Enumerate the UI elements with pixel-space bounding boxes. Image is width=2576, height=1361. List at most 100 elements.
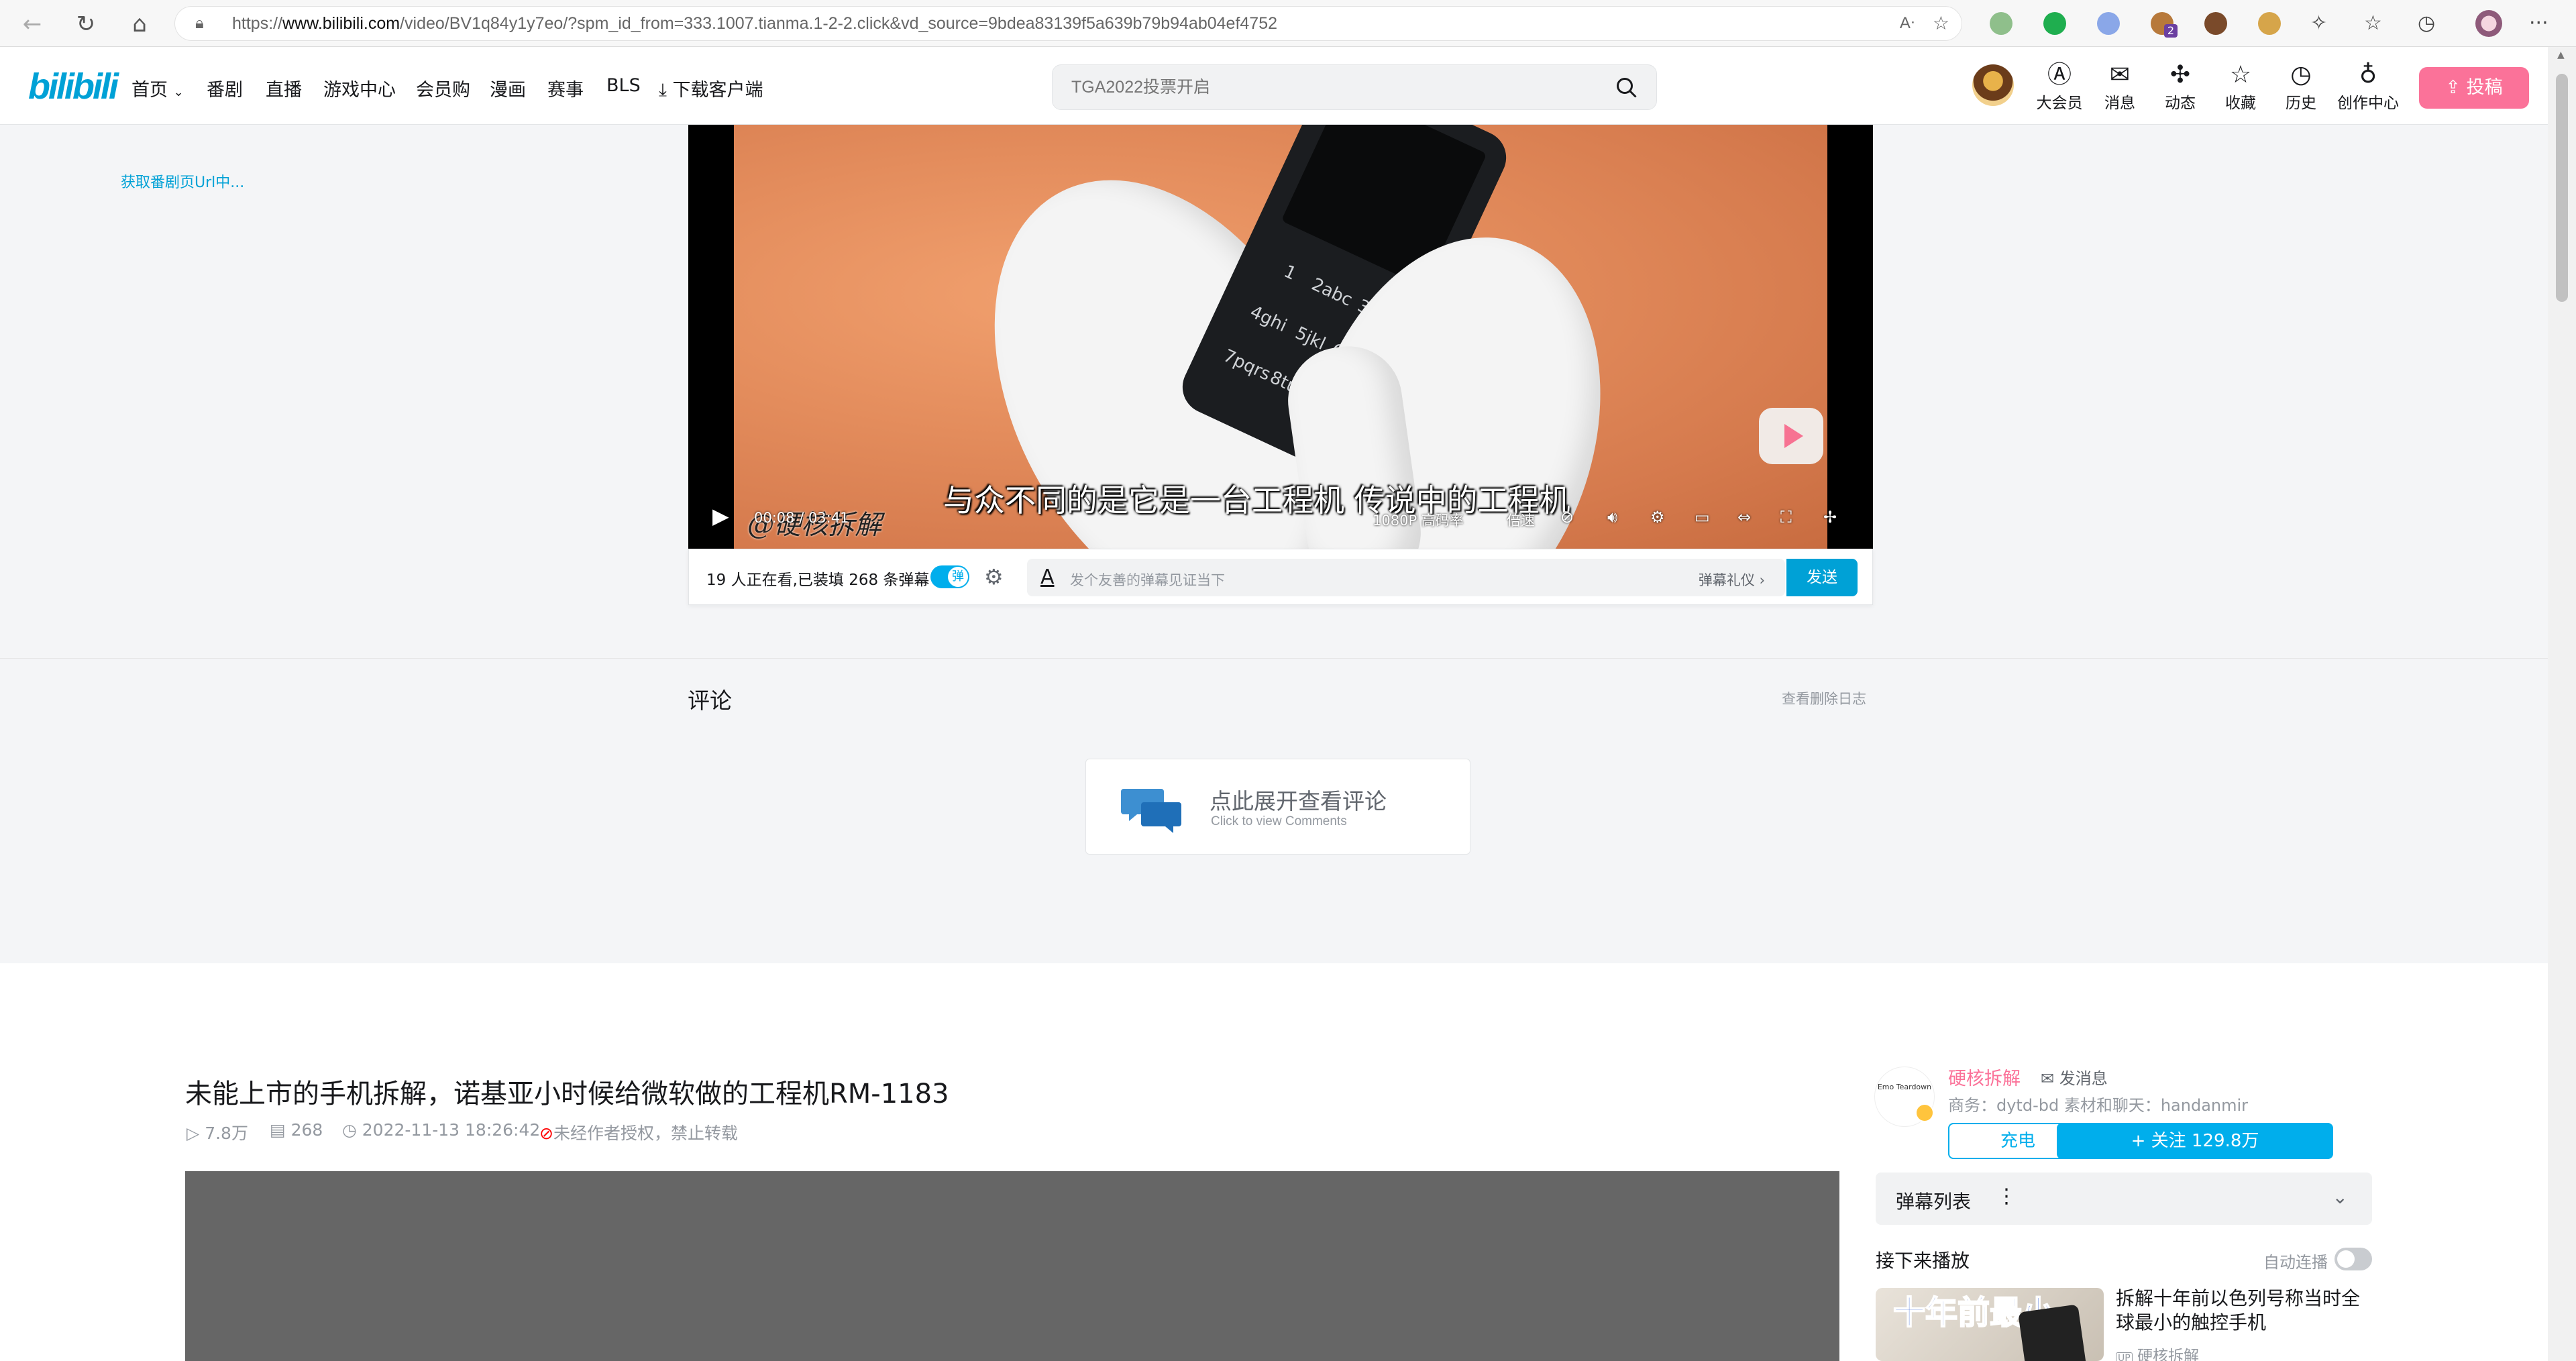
danmaku-input[interactable]: A 发个友善的弹幕见证当下 弹幕礼仪 ›	[1027, 559, 1785, 596]
forbidden-icon: ⊘	[539, 1124, 553, 1143]
no-repost-notice: ⊘未经作者授权，禁止转载	[539, 1120, 738, 1144]
dynamics-button[interactable]: ✣ 动态	[2153, 60, 2207, 113]
danmaku-settings-icon[interactable]: ⚙	[984, 564, 1004, 590]
bilibili-logo[interactable]: bilibili	[28, 66, 119, 107]
creator-center-button[interactable]: ♁ 创作中心	[2334, 60, 2402, 113]
uploader-name[interactable]: 硬核拆解	[1948, 1064, 2021, 1090]
mail-icon: ✉	[2041, 1069, 2055, 1088]
history-button[interactable]: ◷ 历史	[2274, 60, 2328, 113]
no-repost-text: 未经作者授权，禁止转载	[553, 1124, 738, 1143]
site-header: bilibili 首页 ⌄ 番剧 直播 游戏中心 会员购 漫画 赛事 BLS ⤓…	[0, 47, 2548, 125]
verified-badge-icon	[1915, 1103, 1934, 1122]
danmaku-list-label: 弹幕列表	[1896, 1191, 1972, 1213]
picture-in-picture-icon[interactable]: ▭	[1695, 508, 1710, 527]
danmaku-list-panel[interactable]: 弹幕列表 ⋮ ⌄	[1876, 1173, 2372, 1225]
play-count-icon: ▷	[186, 1124, 200, 1143]
address-bar[interactable]: 🔒︎ https://www.bilibili.com/video/BV1q84…	[174, 6, 1962, 41]
user-avatar[interactable]	[1972, 64, 2014, 106]
page-scrollbar[interactable]: ▲	[2548, 47, 2576, 1361]
autoplay-toggle[interactable]	[2334, 1248, 2372, 1270]
bilibili-tv-icon	[1759, 408, 1823, 464]
extensions-puzzle-icon[interactable]: ✧	[2310, 11, 2327, 36]
text-style-icon[interactable]: A	[1040, 565, 1055, 589]
delete-log-link[interactable]: 查看删除日志	[1782, 688, 1866, 708]
url-path: /video/BV1q84y1y7eo/?spm_id_from=333.100…	[400, 14, 1278, 33]
settings-gear-icon[interactable]: ⚙	[1650, 508, 1665, 527]
nav-vip-shop[interactable]: 会员购	[416, 75, 470, 101]
extension-icon[interactable]	[2097, 12, 2120, 35]
upload-icon: ⇪	[2445, 77, 2461, 98]
quality-button[interactable]: 1080P 高码率	[1373, 510, 1464, 530]
scroll-up-icon[interactable]: ▲	[2557, 50, 2565, 60]
nav-download-client[interactable]: ⤓ 下载客户端	[659, 75, 763, 101]
read-aloud-icon[interactable]: Aᐧ	[1900, 7, 1915, 40]
uploader-avatar-text: Emo Teardown	[1877, 1083, 1932, 1091]
danmaku-etiquette-link[interactable]: 弹幕礼仪 ›	[1699, 569, 1765, 590]
favorites-label: 收藏	[2225, 95, 2256, 112]
profile-avatar[interactable]	[2475, 10, 2502, 37]
refresh-icon[interactable]: ↻	[71, 9, 101, 39]
download-icon: ⤓	[659, 80, 667, 101]
back-icon[interactable]: ←	[17, 9, 47, 39]
nav-live[interactable]: 直播	[266, 75, 302, 101]
vip-button[interactable]: Ⓐ 大会员	[2033, 60, 2086, 113]
history-icon[interactable]: ◷	[2418, 11, 2435, 36]
lock-icon: 🔒︎	[195, 14, 204, 32]
more-menu-icon[interactable]: ···	[2529, 11, 2548, 36]
extension-icon[interactable]	[1990, 12, 2012, 35]
upload-button[interactable]: ⇪ 投稿	[2419, 67, 2529, 109]
history-label: 历史	[2286, 95, 2316, 112]
more-options-icon[interactable]: ⋮	[1996, 1185, 2017, 1208]
nav-esports[interactable]: 赛事	[547, 75, 584, 101]
search-box[interactable]	[1052, 64, 1657, 110]
favorite-add-icon[interactable]: ☆	[1933, 7, 1949, 40]
views-stat: ▷ 7.8万	[186, 1120, 248, 1144]
nav-game-center[interactable]: 游戏中心	[323, 75, 396, 101]
nav-home[interactable]: 首页 ⌄	[131, 75, 184, 101]
messages-button[interactable]: ✉ 消息	[2093, 60, 2147, 113]
danmaku-toggle[interactable]	[930, 565, 969, 588]
chevron-right-icon: ›	[1759, 572, 1765, 588]
web-fullscreen-icon[interactable]: ⛶	[1780, 508, 1792, 527]
secondary-player-area[interactable]	[185, 1171, 1839, 1361]
nav-manga[interactable]: 漫画	[490, 75, 526, 101]
viewer-count: 19 人正在看,已装填 268 条弹幕	[706, 571, 930, 589]
download-label: 下载客户端	[672, 80, 763, 101]
star-icon: ☆	[2229, 61, 2252, 89]
recommended-video-author[interactable]: UP 硬核拆解	[2116, 1343, 2199, 1361]
expand-comments-subtitle: Click to view Comments	[1211, 814, 1347, 828]
uploader-avatar[interactable]: Emo Teardown	[1874, 1067, 1935, 1127]
subtitle-off-icon[interactable]: ⊘	[1560, 508, 1574, 527]
favorites-button[interactable]: ☆ 收藏	[2214, 60, 2267, 113]
vip-label: 大会员	[2036, 95, 2083, 112]
recommended-video-title[interactable]: 拆解十年前以色列号称当时全球最小的触控手机	[2116, 1287, 2371, 1335]
nav-bangumi[interactable]: 番剧	[207, 75, 243, 101]
autoplay-label: 自动连播	[2263, 1253, 2328, 1272]
views-value: 7.8万	[205, 1124, 248, 1143]
home-icon[interactable]: ⌂	[125, 9, 154, 39]
speed-button[interactable]: 倍速	[1507, 510, 1535, 530]
send-danmaku-button[interactable]: 发送	[1786, 559, 1858, 596]
play-icon[interactable]: ▶	[712, 503, 729, 529]
widescreen-icon[interactable]: ⇔	[1737, 508, 1751, 527]
extension-icon[interactable]	[2258, 12, 2281, 35]
chevron-down-icon[interactable]: ⌄	[2332, 1186, 2348, 1208]
up-badge-icon: UP	[2116, 1352, 2133, 1361]
publish-date-value: 2022-11-13 18:26:42	[362, 1120, 541, 1140]
danmaku-bar: 19 人正在看,已装填 268 条弹幕 ⚙ A 发个友善的弹幕见证当下 弹幕礼仪…	[688, 549, 1873, 605]
search-input[interactable]	[1071, 65, 1581, 109]
follow-button[interactable]: + 关注 129.8万	[2057, 1123, 2333, 1159]
extension-icon[interactable]	[2043, 12, 2066, 35]
recommended-video-thumbnail[interactable]: 十年前最小	[1876, 1288, 2104, 1361]
favorites-icon[interactable]: ☆	[2364, 11, 2382, 36]
scroll-thumb[interactable]	[2556, 74, 2568, 302]
volume-icon[interactable]: 🔊︎	[1607, 508, 1617, 527]
nav-bls[interactable]: BLS	[606, 75, 641, 96]
browser-toolbar: ← ↻ ⌂ 🔒︎ https://www.bilibili.com/video/…	[0, 0, 2576, 47]
cookie-extension-icon[interactable]	[2204, 12, 2227, 35]
send-message-link[interactable]: ✉ 发消息	[2041, 1065, 2108, 1089]
expand-comments-button[interactable]: 点此展开查看评论 Click to view Comments	[1085, 759, 1470, 855]
extension-icon[interactable]: 2	[2151, 12, 2178, 38]
fullscreen-icon[interactable]: ✢	[1823, 508, 1837, 527]
search-icon[interactable]	[1615, 76, 1639, 100]
